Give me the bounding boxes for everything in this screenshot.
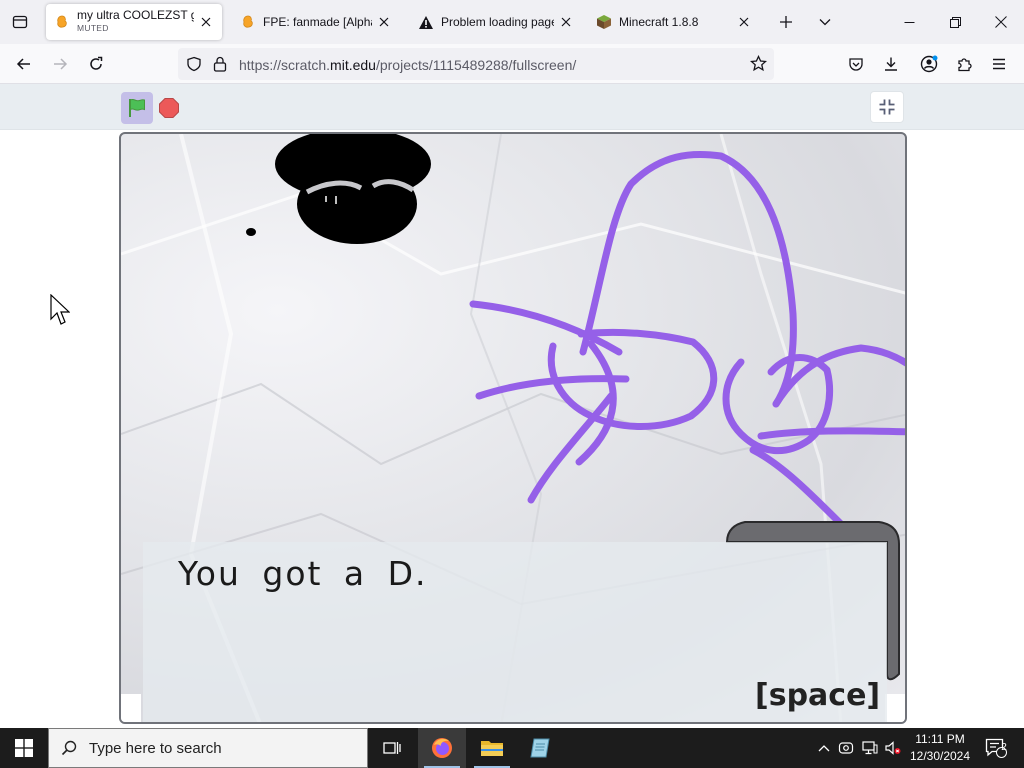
notification-center-button[interactable]: 2 [976,728,1016,768]
app-menu-button[interactable] [983,48,1015,80]
close-window-button[interactable] [978,0,1024,44]
taskbar-search-box[interactable]: Type here to search [48,728,368,768]
tab-title: Minecraft 1.8.8 [619,15,699,29]
taskbar-firefox[interactable] [418,728,466,768]
notepad-icon [530,738,550,758]
close-tab-icon[interactable] [376,14,392,30]
webcam-tray-icon[interactable] [838,740,854,756]
restore-button[interactable] [932,0,978,44]
reload-icon [90,56,103,70]
mouse-pointer-icon [50,293,71,331]
network-tray-icon[interactable] [862,740,878,756]
tab-strip: my ultra COOLEZST game MUTED FPE: fanmad… [0,0,1024,44]
tab-muted-label: MUTED [77,23,109,33]
downloads-button[interactable] [875,48,907,80]
shield-icon[interactable] [186,56,202,77]
hamburger-menu-icon [993,58,1005,70]
reload-button[interactable] [80,48,112,80]
project-stage[interactable]: You got a D. [space] [119,132,907,724]
restore-icon [949,16,961,28]
firefox-icon [432,738,452,758]
windows-logo-icon [15,739,33,757]
scratch-favicon-icon [54,14,70,30]
notification-count-badge: 2 [1001,742,1007,753]
green-flag-button[interactable] [121,92,153,124]
tab-minecraft[interactable]: Minecraft 1.8.8 [588,4,760,40]
minimize-icon [904,21,914,23]
exit-fullscreen-icon [879,99,895,115]
back-button[interactable] [8,48,40,80]
clock-date: 12/30/2024 [909,749,971,763]
search-placeholder: Type here to search [89,739,222,757]
stop-sign-icon [159,98,179,118]
list-all-tabs-button[interactable] [809,6,841,38]
search-icon [61,740,77,756]
exit-fullscreen-button[interactable] [870,91,904,123]
close-tab-icon[interactable] [198,14,214,30]
show-hidden-icons-chevron-up-icon[interactable] [816,740,832,756]
arrow-right-icon [54,58,68,70]
url-text[interactable]: https://scratch.mit.edu/projects/1115489… [239,57,576,73]
tab-title: my ultra COOLEZST game [77,9,194,22]
scratch-favicon-icon [240,14,256,30]
extensions-button[interactable] [948,48,980,80]
task-view-icon [383,742,401,754]
space-key-hint: [space] [755,678,881,713]
green-flag-icon [129,98,145,117]
start-button[interactable] [0,728,48,768]
tab-fpe-fanmade[interactable]: FPE: fanmade [Alpha] [ [232,4,400,40]
navigation-toolbar: https://scratch.mit.edu/projects/1115489… [0,44,1024,84]
download-icon [885,57,897,71]
pocket-icon [849,58,863,71]
minimize-button[interactable] [886,0,932,44]
bookmark-star-icon[interactable] [749,54,768,77]
black-blob-sprite [246,134,431,244]
windows-taskbar: Type here to search 11:11 PM 12/30/2024 … [0,728,1024,768]
minecraft-block-icon [596,14,612,30]
tab-problem-loading[interactable]: Problem loading page [410,4,582,40]
purple-scribble-drawing [469,151,905,528]
new-tab-button[interactable] [770,6,802,38]
account-avatar-icon [920,55,938,73]
tab-title: Problem loading page [441,15,554,29]
plus-icon [780,16,792,28]
tab-scratch-game[interactable]: my ultra COOLEZST game MUTED [46,4,222,40]
folder-icon [481,741,503,756]
stop-button[interactable] [156,92,182,124]
address-bar[interactable]: https://scratch.mit.edu/projects/1115489… [178,48,774,80]
firefox-view-button[interactable] [4,6,36,38]
dialog-text: You got a D. [178,554,428,593]
taskbar-clock[interactable]: 11:11 PM 12/30/2024 [906,731,974,765]
lock-icon[interactable] [213,56,227,77]
chevron-down-icon [819,19,831,26]
close-icon [995,16,1007,28]
close-tab-icon[interactable] [558,14,574,30]
warning-icon [418,14,434,30]
clock-time: 11:11 PM [915,732,965,746]
close-tab-icon[interactable] [736,14,752,30]
tab-title: FPE: fanmade [Alpha] [ [263,15,372,29]
taskbar-file-explorer[interactable] [468,728,516,768]
taskbar-notes-app[interactable] [516,728,564,768]
forward-button[interactable] [44,48,76,80]
arrow-left-icon [16,58,30,70]
account-button[interactable] [913,48,945,80]
puzzle-piece-icon [958,58,972,72]
task-view-button[interactable] [368,728,416,768]
pocket-button[interactable] [840,48,872,80]
volume-muted-tray-icon[interactable] [885,740,901,756]
firefox-view-icon [12,15,28,29]
